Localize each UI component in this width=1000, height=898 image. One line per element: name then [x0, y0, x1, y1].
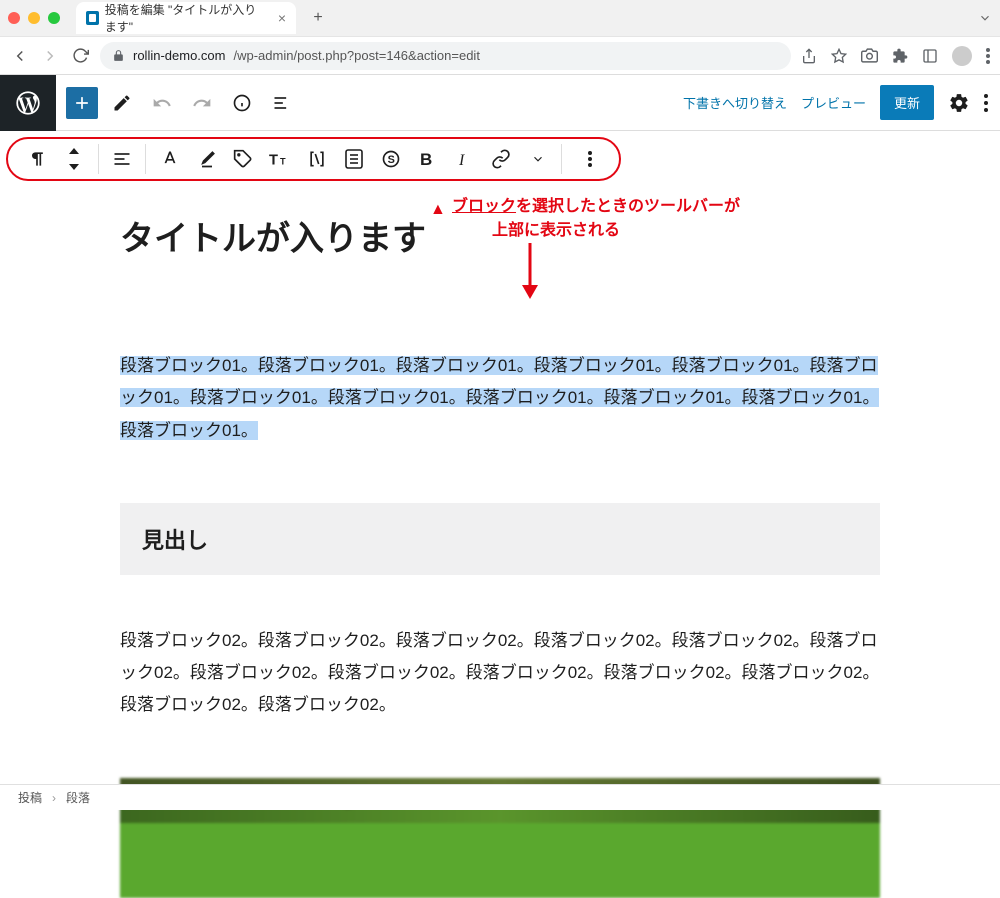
tab-close-icon[interactable]: ×	[278, 10, 286, 26]
paragraph-block-2[interactable]: 段落ブロック02。段落ブロック02。段落ブロック02。段落ブロック02。段落ブロ…	[120, 625, 880, 722]
url-path: /wp-admin/post.php?post=146&action=edit	[233, 48, 479, 63]
paragraph-1-text: 段落ブロック01。段落ブロック01。段落ブロック01。段落ブロック01。段落ブロ…	[120, 356, 879, 440]
svg-text:T: T	[269, 153, 278, 169]
profile-avatar-icon[interactable]	[952, 46, 972, 66]
move-updown-icon[interactable]	[57, 141, 92, 177]
update-button[interactable]: 更新	[880, 85, 934, 120]
window-close-button[interactable]	[8, 12, 20, 24]
breadcrumb-root[interactable]: 投稿	[18, 789, 42, 806]
annotation-callout: ▲ ブロックを選択したときのツールバーが 上部に表示される	[430, 195, 740, 243]
wordpress-favicon-icon	[86, 11, 99, 25]
browser-toolbar-right	[801, 46, 990, 66]
back-button[interactable]	[10, 46, 30, 66]
paragraph-block-1[interactable]: 段落ブロック01。段落ブロック01。段落ブロック01。段落ブロック01。段落ブロ…	[120, 350, 880, 447]
tab-title: 投稿を編集 "タイトルが入ります"	[105, 1, 268, 35]
tag-icon[interactable]	[226, 141, 261, 177]
preview-button[interactable]: プレビュー	[801, 93, 866, 112]
toolbar-separator	[561, 144, 562, 174]
add-block-button[interactable]	[66, 87, 98, 119]
font-size-icon[interactable]: TT	[263, 141, 298, 177]
italic-icon[interactable]: I	[447, 141, 482, 177]
align-icon[interactable]	[105, 141, 140, 177]
more-formatting-icon[interactable]	[521, 141, 556, 177]
outline-icon[interactable]	[336, 141, 371, 177]
window-controls	[8, 12, 60, 24]
bold-icon[interactable]: B	[410, 141, 445, 177]
browser-chrome: 投稿を編集 "タイトルが入ります" × + rollin-demo.com/wp…	[0, 0, 1000, 75]
editor-tools-left	[56, 87, 308, 119]
new-tab-button[interactable]: +	[304, 4, 332, 32]
forward-button[interactable]	[40, 46, 60, 66]
block-toolbar: TT S B I	[6, 137, 621, 181]
highlight-icon[interactable]	[189, 141, 224, 177]
url-host: rollin-demo.com	[133, 48, 225, 63]
editor-top-bar: 下書きへ切り替え プレビュー 更新	[0, 75, 1000, 131]
annotation-line1: を選択したときのツールバーが	[516, 198, 740, 215]
svg-text:I: I	[458, 152, 465, 168]
camera-icon[interactable]	[861, 47, 878, 64]
window-zoom-button[interactable]	[48, 12, 60, 24]
strikethrough-icon[interactable]: S	[373, 141, 408, 177]
redo-button[interactable]	[186, 87, 218, 119]
link-icon[interactable]	[484, 141, 519, 177]
block-type-paragraph-icon[interactable]	[20, 141, 55, 177]
annotation-line2: 上部に表示される	[492, 222, 620, 239]
switch-to-draft-button[interactable]: 下書きへ切り替え	[683, 93, 787, 112]
tab-strip: 投稿を編集 "タイトルが入ります" × +	[0, 0, 1000, 36]
svg-text:T: T	[280, 157, 286, 167]
star-icon[interactable]	[831, 48, 847, 64]
extensions-icon[interactable]	[892, 48, 908, 64]
reading-list-icon[interactable]	[922, 48, 938, 64]
block-more-options-icon[interactable]	[572, 141, 607, 177]
edit-mode-button[interactable]	[106, 87, 138, 119]
address-bar[interactable]: rollin-demo.com/wp-admin/post.php?post=1…	[100, 42, 791, 70]
browser-nav-bar: rollin-demo.com/wp-admin/post.php?post=1…	[0, 36, 1000, 74]
triangle-icon: ▲	[430, 198, 446, 222]
heading-block[interactable]: 見出し	[120, 503, 880, 575]
share-icon[interactable]	[801, 48, 817, 64]
annotation-arrow-icon	[520, 243, 540, 299]
lock-icon	[112, 49, 125, 62]
annotation-keyword: ブロック	[452, 198, 516, 215]
block-toolbar-region: TT S B I	[0, 131, 1000, 187]
browser-tab[interactable]: 投稿を編集 "タイトルが入ります" ×	[76, 2, 296, 34]
svg-text:S: S	[387, 154, 394, 166]
list-view-button[interactable]	[266, 87, 298, 119]
text-color-icon[interactable]	[152, 141, 187, 177]
settings-button[interactable]	[948, 92, 970, 114]
shortcode-icon[interactable]	[300, 141, 335, 177]
tabs-overflow-icon[interactable]	[978, 11, 992, 25]
svg-text:B: B	[420, 150, 432, 168]
wordpress-logo-button[interactable]	[0, 75, 56, 131]
toolbar-separator	[98, 144, 99, 174]
breadcrumb-separator-icon: ›	[52, 791, 56, 805]
breadcrumb-current[interactable]: 段落	[66, 789, 90, 806]
toolbar-separator	[145, 144, 146, 174]
editor-tools-right: 下書きへ切り替え プレビュー 更新	[683, 85, 1000, 120]
browser-menu-icon[interactable]	[986, 48, 990, 64]
undo-button[interactable]	[146, 87, 178, 119]
reload-button[interactable]	[70, 46, 90, 66]
window-minimize-button[interactable]	[28, 12, 40, 24]
more-options-button[interactable]	[984, 94, 988, 112]
block-breadcrumb: 投稿 › 段落	[0, 784, 1000, 810]
details-button[interactable]	[226, 87, 258, 119]
